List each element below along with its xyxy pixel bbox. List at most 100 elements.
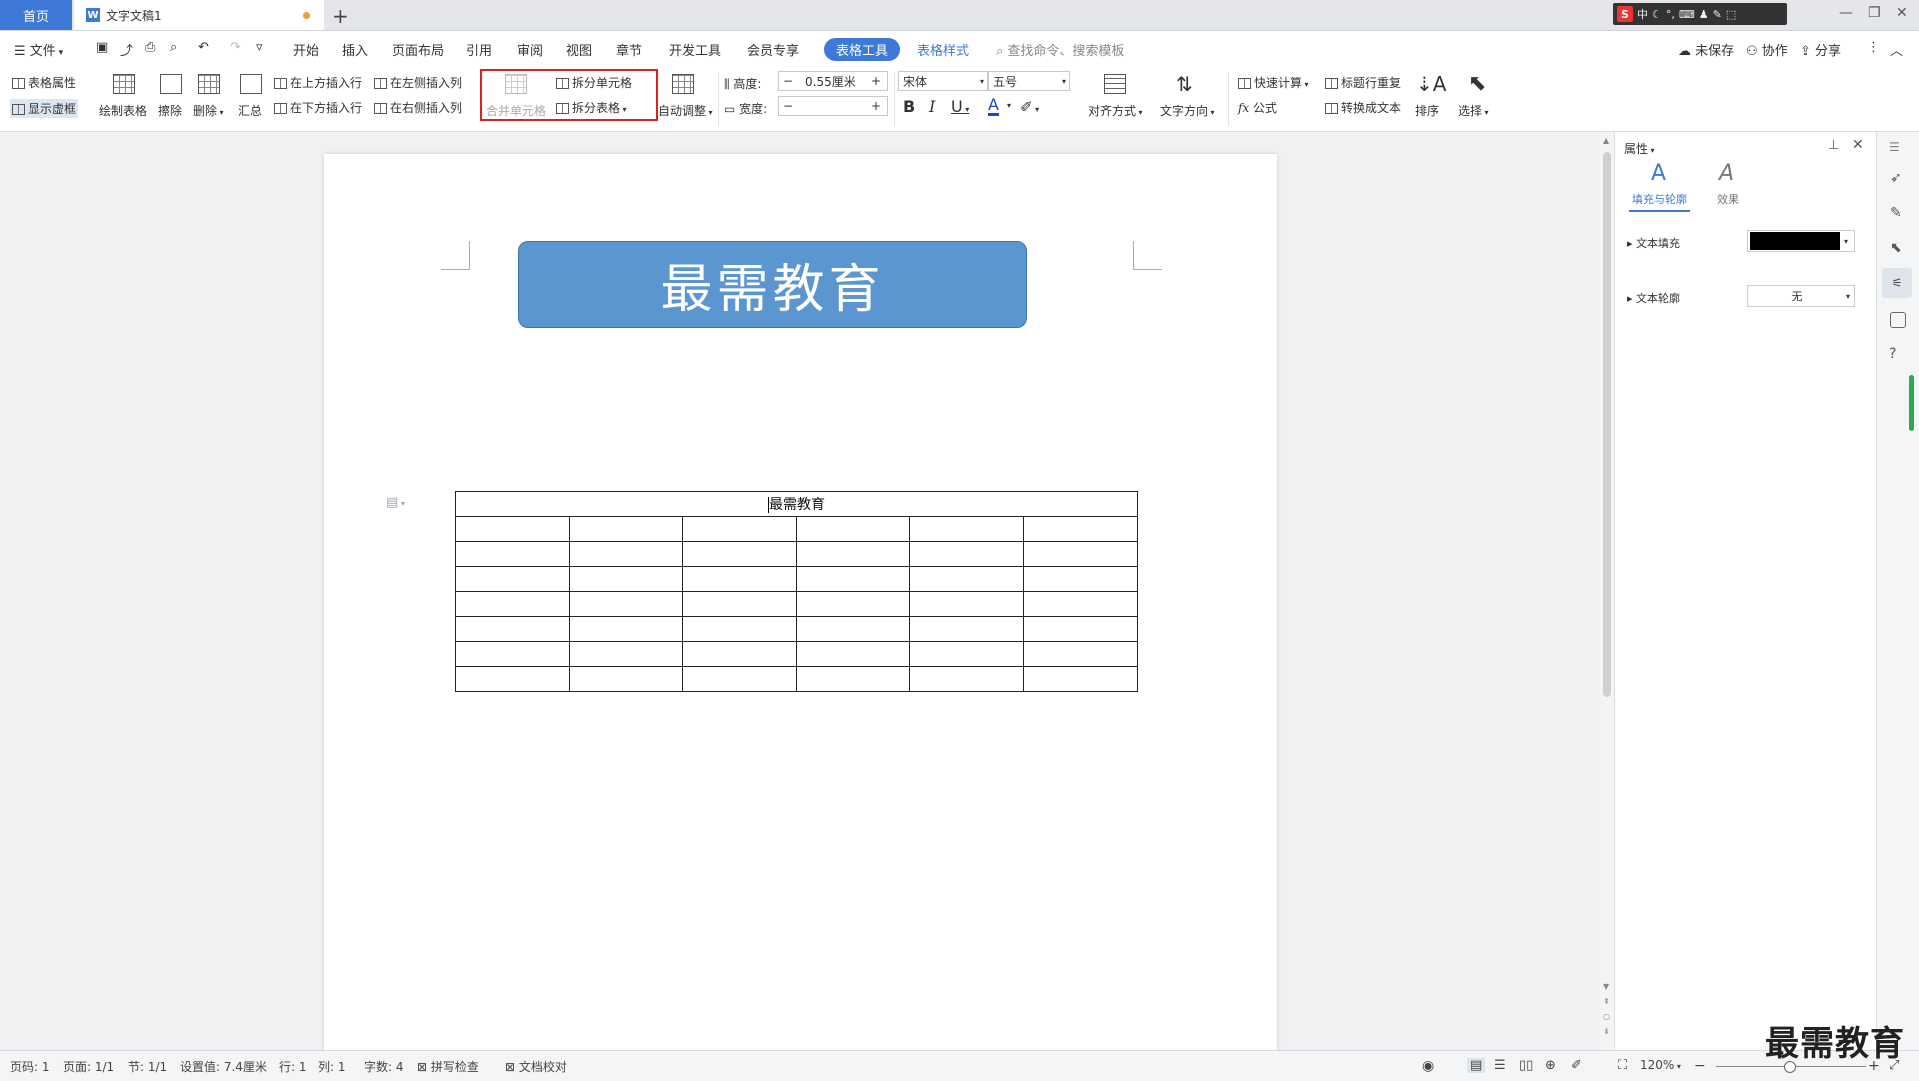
table-cell[interactable] bbox=[909, 616, 1024, 642]
more-icon[interactable]: ⋮ bbox=[1867, 40, 1880, 55]
chevron-down-icon[interactable]: ▾ bbox=[1007, 101, 1011, 110]
outline-view-icon[interactable]: ☰ bbox=[1494, 1058, 1506, 1073]
split-cells-button[interactable]: 拆分单元格 bbox=[556, 74, 632, 91]
insert-above-button[interactable]: 在上方插入行 bbox=[274, 74, 362, 91]
status-page[interactable]: 页码: 1 bbox=[10, 1058, 50, 1075]
tab-home[interactable]: 首页 bbox=[0, 0, 72, 30]
delete-button[interactable]: 删除 ▾ bbox=[193, 102, 224, 119]
table-cell[interactable] bbox=[1022, 616, 1139, 642]
table-cell[interactable] bbox=[795, 591, 911, 617]
tab-document[interactable]: W 文字文稿1 bbox=[74, 0, 324, 30]
unsaved-button[interactable]: ☁ 未保存 bbox=[1678, 40, 1734, 59]
merge-cells-button[interactable]: 合并单元格 bbox=[486, 102, 546, 119]
preview-icon[interactable]: ⌕ bbox=[170, 40, 177, 55]
menu-start[interactable]: 开始 bbox=[293, 40, 319, 59]
menu-layout[interactable]: 页面布局 bbox=[392, 40, 444, 59]
menu-insert[interactable]: 插入 bbox=[342, 40, 368, 59]
file-menu[interactable]: ☰ 文件 ▾ bbox=[14, 40, 63, 59]
show-grid-button[interactable]: 显示虚框 bbox=[10, 99, 79, 118]
auto-adjust-button[interactable]: 自动调整 ▾ bbox=[658, 102, 713, 119]
text-fill-toggle[interactable]: ▸ 文本填充 bbox=[1627, 235, 1680, 251]
font-size-select[interactable]: 五号 ▾ bbox=[988, 71, 1070, 91]
panel-title[interactable]: 属性 ▾ bbox=[1624, 140, 1655, 157]
zoom-select[interactable]: 120% ▾ bbox=[1640, 1058, 1681, 1072]
table-cell[interactable] bbox=[795, 541, 911, 567]
split-table-button[interactable]: 拆分表格 ▾ bbox=[556, 99, 627, 116]
menu-lines-icon[interactable]: ☰ bbox=[1889, 140, 1900, 154]
underline-button[interactable]: U ▾ bbox=[951, 97, 969, 116]
tab-table-tools[interactable]: 表格工具 bbox=[824, 38, 901, 61]
proof-button[interactable]: ⊠ 文档校对 bbox=[505, 1058, 567, 1075]
scrollbar-thumb[interactable] bbox=[1603, 152, 1611, 697]
table-cell[interactable] bbox=[682, 641, 797, 667]
tab-fill-outline[interactable]: 填充与轮廓 bbox=[1629, 191, 1690, 212]
pointer-icon[interactable]: ⬉ bbox=[1890, 240, 1902, 256]
table-cell[interactable] bbox=[1022, 566, 1139, 592]
table-cell[interactable] bbox=[795, 666, 911, 692]
collab-button[interactable]: ⚇ 协作 bbox=[1746, 40, 1788, 59]
menu-devtools[interactable]: 开发工具 bbox=[669, 40, 721, 59]
scroll-up-icon[interactable]: ▲ bbox=[1603, 136, 1609, 145]
web-view-icon[interactable]: ⊕ bbox=[1545, 1058, 1556, 1073]
erase-button[interactable]: 擦除 bbox=[158, 102, 182, 119]
table-cell[interactable] bbox=[568, 516, 684, 542]
menu-view[interactable]: 视图 bbox=[566, 40, 592, 59]
table-cell[interactable] bbox=[455, 516, 570, 542]
rocket-icon[interactable]: ➶ bbox=[1890, 170, 1902, 186]
input-method-toolbar[interactable]: S 中 ☾ °, ⌨ ♟ ✎ ⬚ bbox=[1613, 3, 1787, 25]
zoom-out-icon[interactable]: − bbox=[1694, 1058, 1706, 1074]
table-cell[interactable] bbox=[682, 616, 797, 642]
properties-toggle-icon[interactable]: ⚟ bbox=[1882, 268, 1912, 298]
font-color-button[interactable]: A bbox=[988, 97, 999, 116]
spell-check-button[interactable]: ⊠ 拼写检查 bbox=[417, 1058, 479, 1075]
archive-icon[interactable] bbox=[1890, 312, 1906, 328]
summary-button[interactable]: 汇总 bbox=[238, 102, 262, 119]
height-input[interactable]: 0.55厘米 bbox=[799, 73, 871, 90]
export-icon[interactable]: ⤴ bbox=[120, 40, 133, 59]
table-cell[interactable] bbox=[909, 591, 1024, 617]
table-cell[interactable] bbox=[1022, 666, 1139, 692]
text-outline-select[interactable]: 无 ▾ bbox=[1747, 285, 1855, 307]
insert-left-button[interactable]: 在左侧插入列 bbox=[374, 74, 462, 91]
table-cell[interactable] bbox=[909, 541, 1024, 567]
table-cell[interactable] bbox=[909, 566, 1024, 592]
quick-calc-button[interactable]: 快速计算 ▾ bbox=[1238, 74, 1309, 91]
text-fill-color-select[interactable]: ▾ bbox=[1747, 230, 1855, 252]
eye-protect-icon[interactable]: ◉ bbox=[1422, 1058, 1434, 1074]
text-outline-toggle[interactable]: ▸ 文本轮廓 bbox=[1627, 290, 1680, 306]
collapse-ribbon-icon[interactable]: ︿ bbox=[1890, 40, 1903, 59]
table-cell[interactable] bbox=[455, 616, 570, 642]
table-cell[interactable] bbox=[455, 591, 570, 617]
table-cell[interactable] bbox=[795, 616, 911, 642]
print-icon[interactable]: ⎙ bbox=[145, 40, 155, 55]
formula-button[interactable]: fx 公式 bbox=[1238, 99, 1277, 116]
table-cell[interactable] bbox=[795, 641, 911, 667]
document-table[interactable]: 最需教育 bbox=[455, 491, 1139, 692]
bold-button[interactable]: B bbox=[903, 97, 915, 116]
plus-icon[interactable]: + bbox=[871, 74, 887, 88]
customize-icon[interactable]: ▿ bbox=[256, 40, 263, 55]
table-cell[interactable] bbox=[568, 541, 684, 567]
table-cell[interactable] bbox=[682, 541, 797, 567]
sort-button[interactable]: 排序 bbox=[1415, 102, 1439, 119]
ime-mode[interactable]: 中 bbox=[1637, 6, 1648, 22]
table-cell[interactable] bbox=[795, 566, 911, 592]
pen-icon[interactable]: ✎ bbox=[1890, 205, 1902, 221]
help-icon[interactable]: ? bbox=[1889, 346, 1896, 362]
table-cell[interactable] bbox=[455, 666, 570, 692]
header-repeat-button[interactable]: 标题行重复 bbox=[1325, 74, 1401, 91]
table-cell[interactable] bbox=[682, 591, 797, 617]
highlighter-icon[interactable]: ✐ ▾ bbox=[1020, 98, 1039, 116]
write-view-icon[interactable]: ✐ bbox=[1571, 1058, 1582, 1073]
plus-icon[interactable]: + bbox=[871, 99, 887, 113]
redo-icon[interactable]: ↷ bbox=[230, 40, 241, 55]
close-button[interactable]: ✕ bbox=[1896, 5, 1908, 21]
table-cell[interactable] bbox=[568, 591, 684, 617]
to-text-button[interactable]: 转换成文本 bbox=[1325, 99, 1401, 116]
table-cell[interactable] bbox=[795, 516, 911, 542]
table-cell[interactable] bbox=[909, 666, 1024, 692]
table-cell[interactable] bbox=[909, 516, 1024, 542]
insert-right-button[interactable]: 在右侧插入列 bbox=[374, 99, 462, 116]
save-icon[interactable]: ▣ bbox=[96, 40, 108, 55]
minus-icon[interactable]: − bbox=[783, 99, 799, 113]
